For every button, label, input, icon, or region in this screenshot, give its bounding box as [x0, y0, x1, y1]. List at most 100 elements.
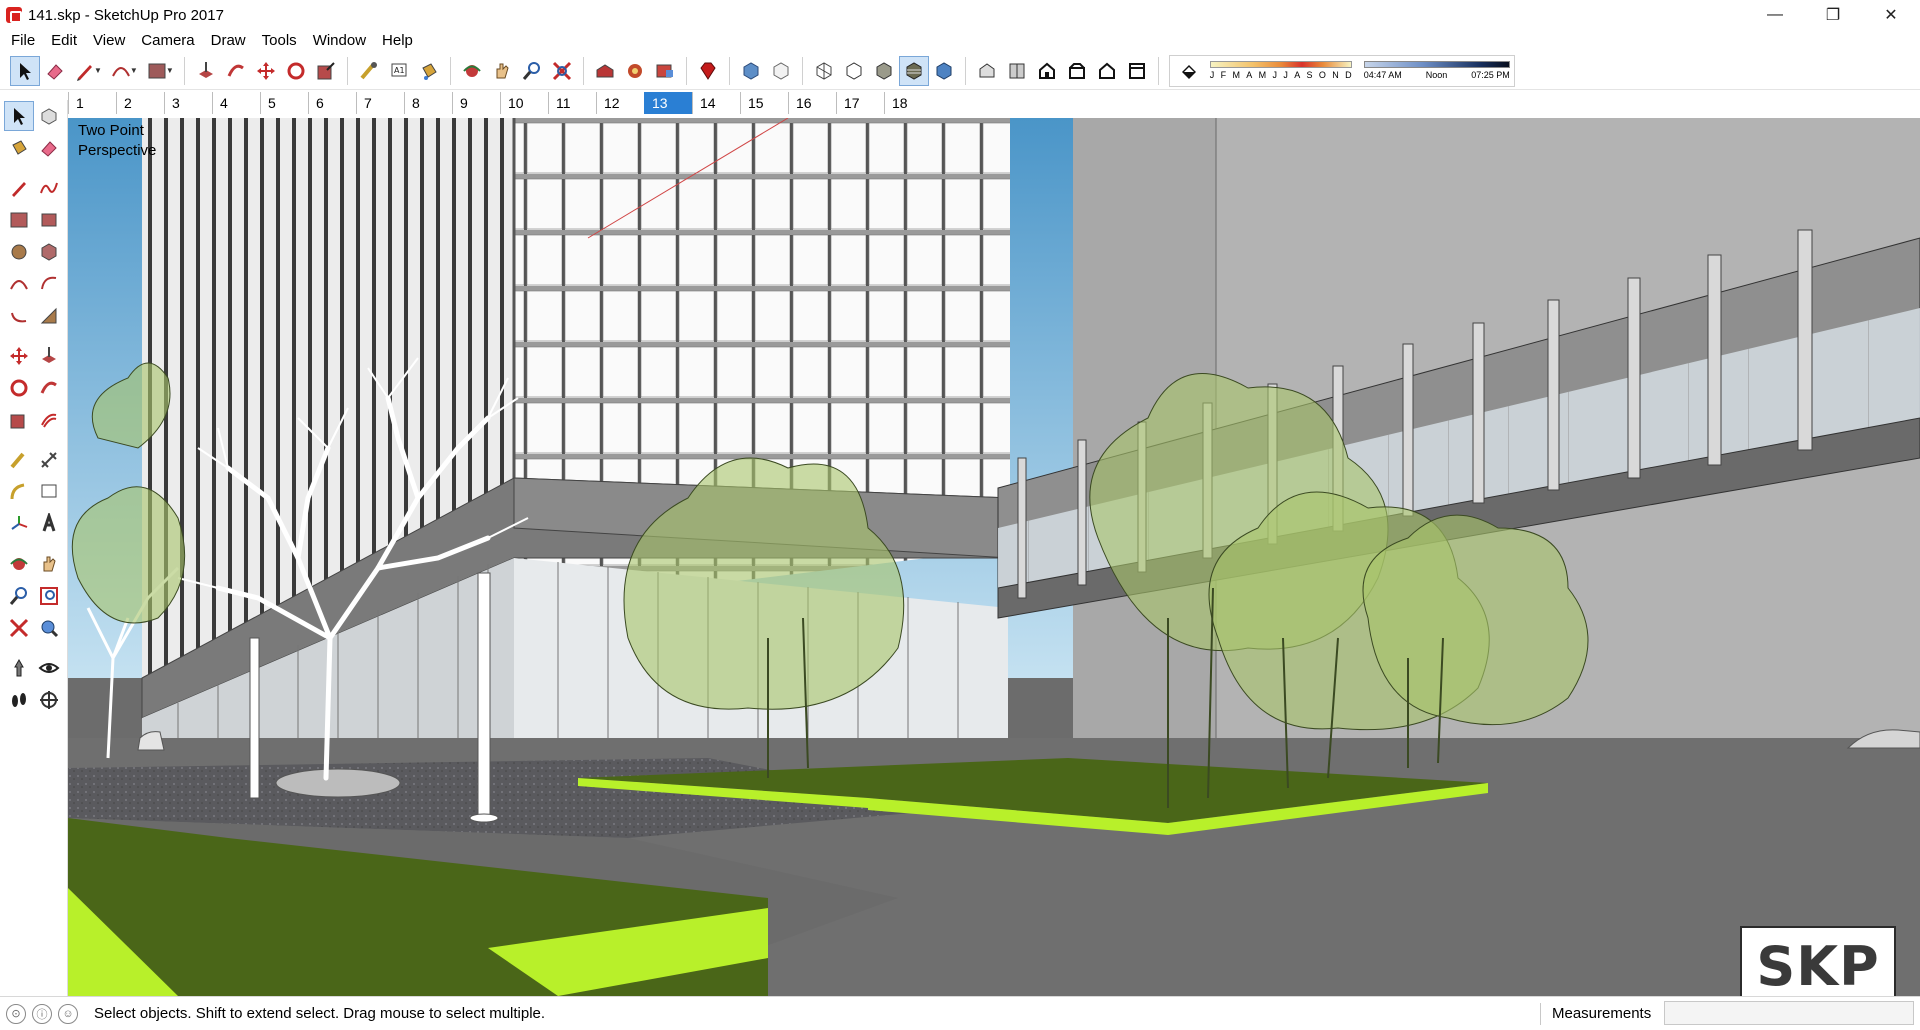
menu-camera[interactable]: Camera: [133, 30, 202, 52]
menu-window[interactable]: Window: [305, 30, 374, 52]
top-view-button[interactable]: [1002, 56, 1032, 86]
scene-tab-8[interactable]: 8: [404, 92, 452, 114]
look-around-tool-button[interactable]: [34, 653, 64, 683]
dimension-tool-button[interactable]: [34, 445, 64, 475]
model-viewport[interactable]: Two Point Perspective SKP: [68, 118, 1920, 996]
select-tool-button[interactable]: [10, 55, 40, 86]
shaded-textures-style-button[interactable]: [898, 55, 929, 86]
pan-tool-button[interactable]: [34, 549, 64, 579]
scene-tab-10[interactable]: 10: [500, 92, 548, 114]
menu-view[interactable]: View: [85, 30, 133, 52]
section-plane-tool-button[interactable]: [34, 685, 64, 715]
push-pull-tool-button[interactable]: [34, 341, 64, 371]
shape-dropdown-icon[interactable]: ▼: [166, 66, 174, 75]
move-tool-button[interactable]: [4, 341, 34, 371]
eraser-tool-button[interactable]: [40, 56, 70, 86]
front-view-button[interactable]: [1032, 56, 1062, 86]
credits-icon[interactable]: ⓘ: [32, 1003, 52, 1024]
share-model-button[interactable]: [620, 56, 650, 86]
scene-tab-4[interactable]: 4: [212, 92, 260, 114]
rotated-rectangle-tool-button[interactable]: [34, 205, 64, 235]
follow-me-tool-button[interactable]: [221, 56, 251, 86]
scene-tab-15[interactable]: 15: [740, 92, 788, 114]
warehouse-button[interactable]: [590, 56, 620, 86]
offset-tool-button[interactable]: [34, 405, 64, 435]
two-point-arc-tool-button[interactable]: [34, 269, 64, 299]
menu-tools[interactable]: Tools: [254, 30, 305, 52]
shaded-style-button[interactable]: [869, 56, 899, 86]
ruby-console-button[interactable]: [693, 56, 723, 86]
scene-tab-6[interactable]: 6: [308, 92, 356, 114]
scene-tab-13[interactable]: 13: [644, 92, 692, 114]
month-slider[interactable]: J F M A M J J A S O N D: [1209, 61, 1352, 80]
follow-me-tool-button[interactable]: [34, 373, 64, 403]
zoom-window-tool-button[interactable]: [34, 581, 64, 611]
tape-measure-tool-button[interactable]: [354, 56, 384, 86]
paint-bucket-tool-button[interactable]: [414, 56, 444, 86]
scene-tab-18[interactable]: 18: [884, 92, 932, 114]
eraser-tool-button[interactable]: [34, 133, 64, 163]
line-dropdown-icon[interactable]: ▼: [94, 66, 102, 75]
iso-view-button[interactable]: [972, 56, 1002, 86]
zoom-extents-tool-button[interactable]: [4, 613, 34, 643]
zoom-tool-button[interactable]: [4, 581, 34, 611]
hidden-line-style-button[interactable]: [839, 56, 869, 86]
text-tool-button[interactable]: A1: [384, 56, 414, 86]
wireframe-style-button[interactable]: [809, 56, 839, 86]
position-camera-tool-button[interactable]: [4, 653, 34, 683]
orbit-tool-button[interactable]: [4, 549, 34, 579]
rotate-tool-button[interactable]: [4, 373, 34, 403]
scene-tab-5[interactable]: 5: [260, 92, 308, 114]
scene-tab-3[interactable]: 3: [164, 92, 212, 114]
rotate-tool-button[interactable]: [281, 56, 311, 86]
text-tool-button[interactable]: [34, 477, 64, 507]
freehand-tool-button[interactable]: [34, 173, 64, 203]
select-tool-button[interactable]: [4, 101, 34, 131]
rectangle-tool-button[interactable]: [4, 205, 34, 235]
orbit-tool-button[interactable]: [457, 56, 487, 86]
scene-tab-16[interactable]: 16: [788, 92, 836, 114]
circle-tool-button[interactable]: [4, 237, 34, 267]
month-slider-track[interactable]: [1209, 61, 1352, 68]
zoom-tool-button[interactable]: [517, 56, 547, 86]
axes-tool-button[interactable]: [4, 509, 34, 539]
scene-tab-7[interactable]: 7: [356, 92, 404, 114]
left-view-button[interactable]: [1122, 56, 1152, 86]
menu-edit[interactable]: Edit: [43, 30, 85, 52]
scene-tab-11[interactable]: 11: [548, 92, 596, 114]
right-view-button[interactable]: [1062, 56, 1092, 86]
protractor-tool-button[interactable]: [4, 477, 34, 507]
scale-tool-button[interactable]: [311, 56, 341, 86]
scene-tab-14[interactable]: 14: [692, 92, 740, 114]
push-pull-tool-button[interactable]: [191, 56, 221, 86]
make-component-button[interactable]: [34, 101, 64, 131]
tape-measure-tool-button[interactable]: [4, 445, 34, 475]
monochrome-style-button[interactable]: [929, 56, 959, 86]
scale-tool-button[interactable]: [4, 405, 34, 435]
back-view-button[interactable]: [1092, 56, 1122, 86]
scene-tab-2[interactable]: 2: [116, 92, 164, 114]
time-slider[interactable]: 04:47 AM Noon 07:25 PM: [1363, 61, 1510, 80]
menu-file[interactable]: File: [3, 30, 43, 52]
xray-style-button[interactable]: [736, 56, 766, 86]
three-point-arc-tool-button[interactable]: [4, 301, 34, 331]
scene-tab-1[interactable]: 1: [68, 92, 116, 114]
menu-draw[interactable]: Draw: [203, 30, 254, 52]
walk-tool-button[interactable]: [4, 685, 34, 715]
scene-tab-12[interactable]: 12: [596, 92, 644, 114]
minimize-button[interactable]: —: [1746, 0, 1804, 30]
shadows-toggle-button[interactable]: [1174, 56, 1204, 86]
menu-help[interactable]: Help: [374, 30, 421, 52]
paint-bucket-tool-button[interactable]: [4, 133, 34, 163]
time-slider-track[interactable]: [1363, 61, 1510, 68]
line-tool-button[interactable]: [4, 173, 34, 203]
pie-tool-button[interactable]: [34, 301, 64, 331]
previous-view-button[interactable]: [34, 613, 64, 643]
3d-text-tool-button[interactable]: [34, 509, 64, 539]
extension-warehouse-button[interactable]: [650, 56, 680, 86]
geo-location-icon[interactable]: ⊙: [6, 1003, 26, 1024]
polygon-tool-button[interactable]: [34, 237, 64, 267]
model-scene-drawing[interactable]: [68, 118, 1920, 996]
maximize-button[interactable]: ❐: [1804, 0, 1862, 30]
back-edges-style-button[interactable]: [766, 56, 796, 86]
